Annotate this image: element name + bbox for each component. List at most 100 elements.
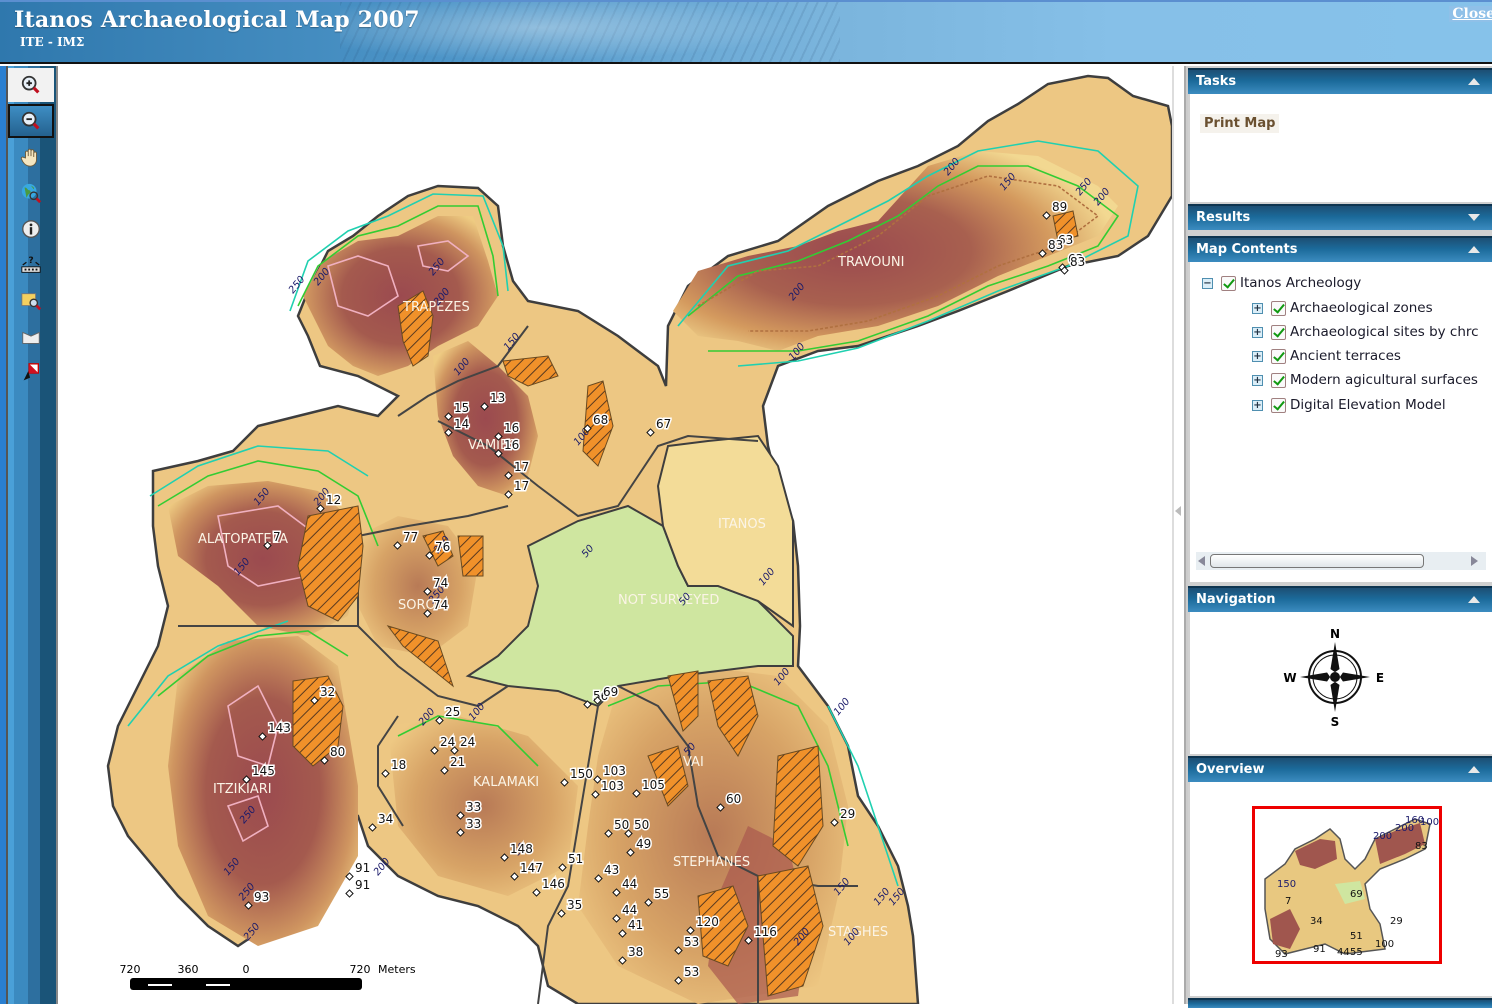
- site-label[interactable]: 60: [725, 791, 743, 808]
- layer-checkbox[interactable]: [1271, 324, 1286, 340]
- site-label[interactable]: 16: [503, 420, 521, 437]
- layer-checkbox[interactable]: [1271, 397, 1286, 413]
- measure-button[interactable]: ?: [8, 248, 54, 282]
- site-label[interactable]: 33: [465, 816, 483, 833]
- toc-layer-dem[interactable]: + Digital Elevation Model: [1252, 394, 1446, 416]
- collapse-node-icon[interactable]: −: [1202, 277, 1213, 289]
- compass-north[interactable]: N: [1330, 627, 1340, 641]
- site-label[interactable]: 43: [603, 862, 621, 879]
- pan-button[interactable]: [8, 140, 54, 174]
- zoom-out-button[interactable]: [8, 104, 54, 138]
- site-label[interactable]: 12: [325, 492, 343, 509]
- print-map-task[interactable]: Print Map: [1200, 114, 1280, 133]
- layer-checkbox[interactable]: [1271, 300, 1286, 316]
- toc-layer-archaeological-sites[interactable]: + Archaeological sites by chrc: [1252, 321, 1479, 343]
- compass-rose[interactable]: N S E W: [1280, 620, 1390, 730]
- site-label[interactable]: 14: [453, 416, 471, 433]
- overview-panel-header[interactable]: Overview: [1188, 756, 1492, 782]
- site-label[interactable]: 44: [621, 902, 639, 919]
- toc-layer-modern-agricultural[interactable]: + Modern agicultural surfaces: [1252, 369, 1478, 391]
- site-label[interactable]: 21: [449, 754, 467, 771]
- select-button[interactable]: [8, 356, 54, 390]
- map-canvas[interactable]: TRAPEZES TRAVOUNI VAMIES ITANOS ALATOPATELA S…: [58, 66, 1172, 1004]
- compass-west[interactable]: W: [1283, 671, 1296, 685]
- site-label[interactable]: 15: [453, 400, 471, 417]
- layer-checkbox[interactable]: [1271, 348, 1286, 364]
- zoom-to-selection-button[interactable]: [8, 284, 54, 318]
- site-label[interactable]: 74: [432, 575, 450, 592]
- site-label[interactable]: 146: [541, 876, 567, 893]
- compass-east[interactable]: E: [1376, 671, 1384, 685]
- site-label[interactable]: 150: [569, 766, 595, 783]
- site-label[interactable]: 67: [655, 416, 673, 433]
- collapse-up-icon[interactable]: [1468, 596, 1480, 603]
- expand-node-icon[interactable]: +: [1252, 326, 1263, 338]
- site-label[interactable]: 145: [251, 763, 277, 780]
- site-label[interactable]: 55: [653, 886, 671, 903]
- site-label[interactable]: 83: [1069, 254, 1087, 271]
- site-label[interactable]: 50: [613, 817, 631, 834]
- site-label[interactable]: 29: [839, 806, 857, 823]
- expand-node-icon[interactable]: +: [1252, 399, 1263, 411]
- tasks-panel-header[interactable]: Tasks: [1188, 68, 1492, 94]
- site-label[interactable]: 13: [489, 390, 507, 407]
- site-label[interactable]: 83: [1047, 237, 1065, 254]
- site-marker-icon[interactable]: [345, 889, 354, 898]
- site-label[interactable]: 147: [519, 860, 545, 877]
- expand-node-icon[interactable]: +: [1252, 350, 1263, 362]
- site-label[interactable]: 50: [633, 817, 651, 834]
- site-label[interactable]: 24: [439, 734, 457, 751]
- overview-map[interactable]: 150200200160100837692934519193 44 55100: [1255, 809, 1439, 961]
- site-label[interactable]: 51: [567, 851, 585, 868]
- site-label[interactable]: 69: [602, 684, 620, 701]
- scroll-right-icon[interactable]: [1471, 556, 1478, 566]
- site-label[interactable]: 34: [377, 811, 395, 828]
- close-link[interactable]: Close: [1449, 6, 1492, 22]
- site-label[interactable]: 77: [402, 529, 420, 546]
- site-label[interactable]: 143: [267, 720, 293, 737]
- archaeological-map[interactable]: TRAPEZESTRAVOUNIVAMIESITANOSALATOPATELAS…: [58, 66, 1172, 1004]
- results-panel-header[interactable]: Results: [1188, 204, 1492, 230]
- toc-root-itanos-archeology[interactable]: − Itanos Archeology: [1202, 272, 1361, 294]
- site-label[interactable]: 24: [459, 734, 477, 751]
- clear-button[interactable]: [8, 320, 54, 354]
- toc-layer-archaeological-zones[interactable]: + Archaeological zones: [1252, 297, 1433, 319]
- site-label[interactable]: 17: [513, 478, 531, 495]
- site-label[interactable]: 33: [465, 799, 483, 816]
- site-label[interactable]: 89: [1051, 199, 1069, 216]
- site-label[interactable]: 35: [566, 897, 584, 914]
- site-label[interactable]: 32: [319, 684, 337, 701]
- layer-checkbox[interactable]: [1271, 372, 1286, 388]
- navigation-panel-header[interactable]: Navigation: [1188, 586, 1492, 612]
- site-label[interactable]: 103: [602, 763, 628, 780]
- site-label[interactable]: 41: [627, 917, 645, 934]
- site-label[interactable]: 44: [621, 876, 639, 893]
- site-label[interactable]: 16: [503, 437, 521, 454]
- site-label[interactable]: 68: [592, 412, 610, 429]
- collapse-up-icon[interactable]: [1468, 246, 1480, 253]
- site-label[interactable]: 80: [329, 744, 347, 761]
- site-label[interactable]: 148: [509, 841, 535, 858]
- zoom-in-button[interactable]: [8, 68, 54, 102]
- scrollbar-thumb[interactable]: [1210, 554, 1424, 568]
- site-label[interactable]: 91: [354, 860, 372, 877]
- collapse-up-icon[interactable]: [1468, 78, 1480, 85]
- site-label[interactable]: 93: [253, 889, 271, 906]
- site-label[interactable]: 17: [513, 459, 531, 476]
- layer-checkbox[interactable]: [1221, 275, 1236, 291]
- site-label[interactable]: 120: [695, 914, 721, 931]
- site-label[interactable]: 53: [683, 964, 701, 981]
- site-label[interactable]: 103: [600, 778, 626, 795]
- collapse-arrow-icon[interactable]: [1175, 506, 1181, 516]
- overview-extent-box[interactable]: 150 200 200 160 100 83 7 69 29 34 51 91 93 44 55 100: [1252, 806, 1442, 964]
- site-label[interactable]: 116: [753, 924, 779, 941]
- site-label[interactable]: 49: [635, 836, 653, 853]
- site-label[interactable]: 38: [627, 944, 645, 961]
- site-label[interactable]: 18: [390, 757, 408, 774]
- expand-down-icon[interactable]: [1468, 214, 1480, 221]
- compass-south[interactable]: S: [1331, 715, 1340, 729]
- panel-splitter[interactable]: [1172, 66, 1188, 1004]
- scroll-left-icon[interactable]: [1198, 556, 1205, 566]
- site-label[interactable]: 25: [444, 704, 462, 721]
- site-label[interactable]: 7: [272, 529, 283, 546]
